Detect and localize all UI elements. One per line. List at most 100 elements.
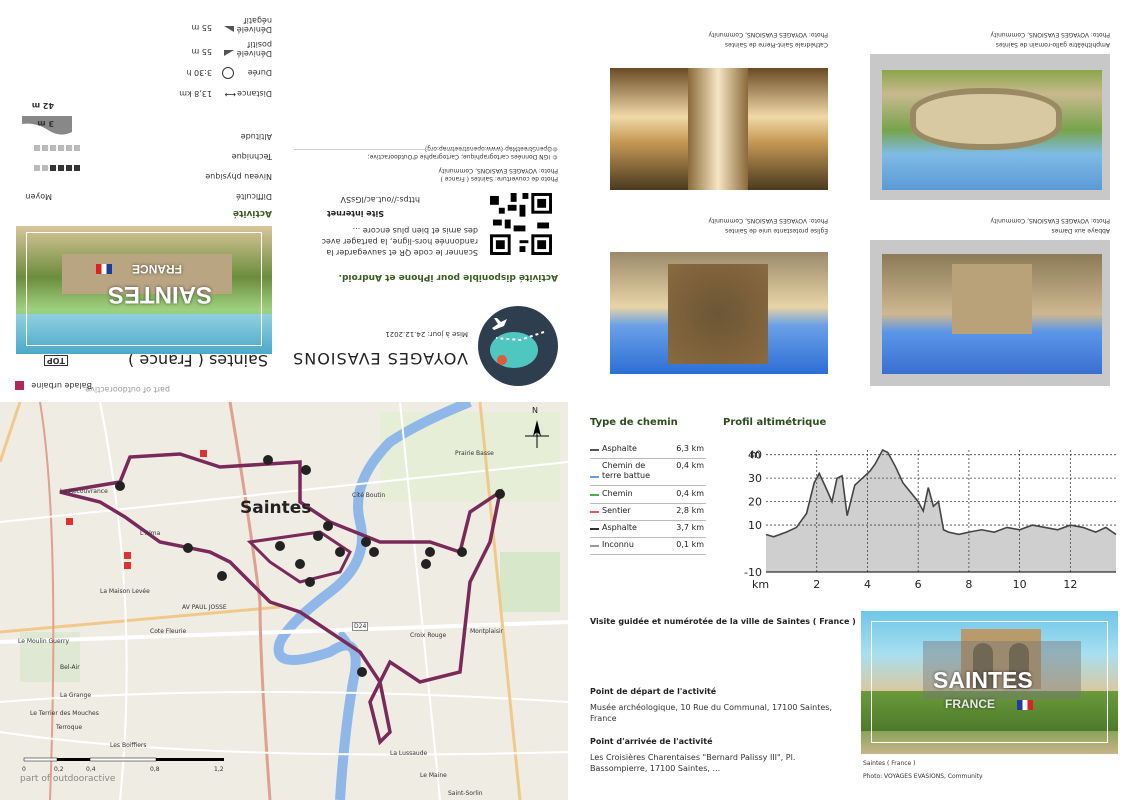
x-tick-label: 12 [1063, 578, 1077, 591]
guide-photo-credit: Photo: VOYAGES EVASIONS, Community [863, 773, 983, 780]
map-canvas [0, 402, 568, 800]
north-arrow-icon [522, 410, 552, 450]
map-label: Cité Boutin [352, 492, 386, 499]
y-axis-label: m [750, 448, 761, 461]
start-value: Musée archéologique, 10 Rue du Communal,… [590, 703, 833, 723]
qr-code-icon[interactable] [490, 193, 552, 255]
route-map[interactable]: Saintes La Recouvrance Prairie Basse Cit… [0, 402, 568, 800]
scale-tick: 0,4 [86, 766, 96, 773]
site-label: Site internet [326, 209, 384, 218]
surface-label: Asphalte [602, 523, 637, 532]
scale-tick: 0 [22, 766, 26, 773]
category-icon [15, 381, 24, 390]
distance-value: 13,8 km [179, 89, 212, 98]
map-label: Le Moulin Guerry [18, 638, 70, 645]
surface-title: Type de chemin [590, 417, 678, 428]
guide-banner-country: FRANCE [945, 697, 995, 711]
france-flag-icon [1017, 700, 1033, 710]
photo-credit-amphitheatre: Photo: VOYAGES EVASIONS, Community [990, 31, 1110, 38]
activity-heading: Activité [232, 208, 272, 218]
scale-tick: 1,2 [214, 766, 224, 773]
surface-color [590, 494, 599, 496]
surface-row: Inconnu 0,1 km [590, 538, 706, 555]
map-label: Montplaisir [470, 628, 504, 635]
scan-instructions: Scanner le code QR et sauvegarder la ran… [322, 225, 478, 258]
surface-row: Sentier 2,8 km [590, 504, 706, 521]
surface-value: 6,3 km [676, 444, 704, 453]
y-tick-label: 10 [748, 519, 762, 532]
x-tick-label: 10 [1013, 578, 1027, 591]
guide-title: Visite guidée et numérotée de la ville d… [590, 617, 856, 626]
map-city-label: Saintes [240, 498, 312, 518]
x-axis-label: km [752, 578, 769, 591]
north-label: N [532, 406, 538, 415]
photo-cathedral [610, 68, 828, 190]
difficulty-value: Moyen [25, 192, 52, 201]
x-tick-label: 2 [813, 578, 820, 591]
map-footer: part of outdooractive [20, 774, 116, 784]
altitude-max: 42 m [31, 101, 54, 110]
distance-icon: ⟷ [224, 90, 236, 99]
descent-icon [224, 26, 234, 32]
scale-tick: 0,8 [150, 766, 160, 773]
map-label: La Grange [60, 692, 92, 699]
photo-credit-abbaye: Photo: VOYAGES EVASIONS, Community [990, 217, 1110, 224]
part-of-footer: part of outdooractive [85, 385, 170, 394]
surface-color [590, 449, 599, 451]
y-tick-label: 20 [748, 496, 762, 509]
cover-banner-country: FRANCE [132, 262, 182, 276]
map-credit-1: © IGN Données cartographique; Cartograph… [367, 153, 558, 160]
surface-value: 0,4 km [676, 489, 704, 498]
cover-photo-credit-2: Photo: VOYAGES EVASIONS, Community [438, 167, 558, 174]
surface-value: 2,8 km [676, 506, 704, 515]
surface-label: Asphalte [602, 444, 637, 453]
cover-banner-image: SAINTES FRANCE [16, 226, 272, 354]
site-url[interactable]: https://out.ac/lGsSV [341, 195, 420, 204]
activity-stats: Activité Difficulté Moyen Niveau physiqu… [14, 2, 272, 218]
app-availability: Activité disponible pour iPhone et Andro… [338, 272, 558, 282]
ascent-value: 55 m [191, 47, 212, 56]
end-label: Point d'arrivée de l'activité [590, 737, 713, 746]
photo-eglise [610, 252, 828, 374]
scale-tick: 0,2 [54, 766, 64, 773]
photo-caption-abbaye: Abbaye aux Dames [1051, 227, 1110, 234]
surface-label: Sentier [602, 506, 631, 515]
cover-banner-city: SAINTES [107, 281, 212, 308]
distance-label: Distance [237, 89, 272, 98]
scan-text-2: randonnée hors-ligne, la partager avec [321, 237, 478, 246]
fitness-level [34, 161, 80, 180]
surface-row: Asphalte 3,7 km [590, 521, 706, 538]
travel-logo-icon [478, 306, 558, 386]
top-badge: TOP [43, 355, 68, 366]
scan-text-3: des amis et bien plus encore ... [352, 226, 478, 235]
photos-panel: Amphithéâtre gallo-romain de Saintes Pho… [570, 0, 1140, 400]
photo-credit-cathedral: Photo: VOYAGES EVASIONS, Community [708, 31, 828, 38]
surface-color [590, 511, 599, 513]
map-label: AV PAUL JOSSE [182, 604, 227, 611]
descent-value: 55 m [191, 23, 212, 32]
photo-abbaye [882, 254, 1102, 374]
guide-banner-image: SAINTES FRANCE [861, 611, 1118, 754]
surface-value: 0,1 km [676, 540, 704, 549]
start-label: Point de départ de l'activité [590, 687, 717, 696]
x-tick-label: 6 [915, 578, 922, 591]
surface-color [590, 528, 599, 530]
guide-photo-caption: Saintes ( France ) [863, 760, 916, 767]
ascent-icon [224, 50, 234, 56]
surface-row: Chemin 0,4 km [590, 487, 706, 504]
map-road-badge: D24 [352, 622, 369, 631]
map-label: Le Maine [420, 772, 447, 779]
surface-row: Asphalte 6,3 km [590, 442, 706, 459]
elevation-area [766, 450, 1116, 572]
surface-value: 0,4 km [676, 461, 704, 470]
surface-value: 3,7 km [676, 523, 704, 532]
photo-amphitheatre [882, 70, 1102, 190]
france-flag-icon [96, 264, 112, 274]
guide-banner-city: SAINTES [933, 667, 1033, 693]
duration-value: 3:30 h [186, 68, 212, 77]
map-label: Bel-Air [60, 664, 80, 671]
map-label: Saint-Sorlin [448, 790, 483, 797]
fitness-label: Niveau physique [205, 172, 272, 181]
map-label: La Lussaude [390, 750, 428, 757]
technique-label: Technique [231, 152, 272, 161]
